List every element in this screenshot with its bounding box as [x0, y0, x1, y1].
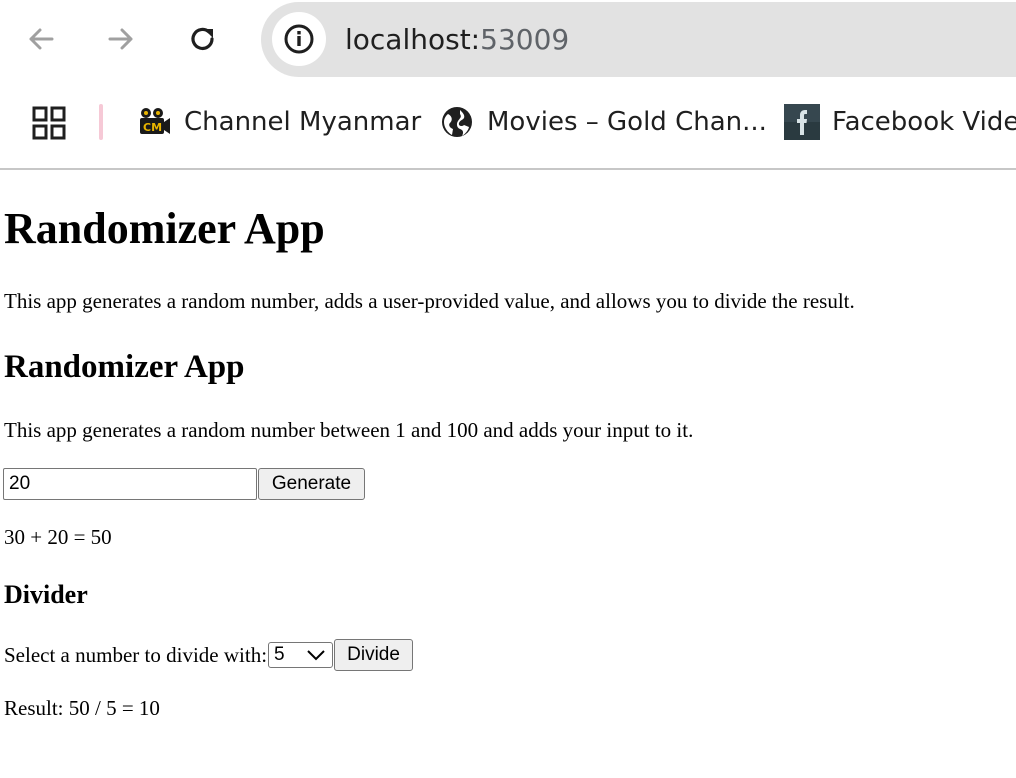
apps-grid-icon[interactable] [32, 106, 66, 145]
channel-myanmar-icon: CM [136, 104, 172, 140]
bookmarks-bar: CM Channel Myanmar Movies – Gold Chan...… [0, 80, 1016, 170]
address-bar[interactable]: localhost:53009 [261, 2, 1016, 77]
arrow-right-icon [108, 28, 133, 50]
bookmark-label: Facebook Video [832, 107, 1016, 137]
globe-icon [439, 104, 475, 140]
browser-toolbar: localhost:53009 [0, 0, 1016, 80]
bookmark-label: Channel Myanmar [184, 107, 422, 137]
page-content: Randomizer App This app generates a rand… [0, 170, 1016, 778]
divider-row: Select a number to divide with: 5 Divide [4, 639, 414, 671]
reload-button[interactable] [178, 14, 228, 64]
bookmark-separator [99, 104, 103, 140]
divisor-selected-value: 5 [274, 644, 285, 665]
url-host: localhost: [345, 23, 481, 56]
bookmark-movies-gold-channel[interactable]: Movies – Gold Chan... [439, 100, 767, 144]
number-input[interactable] [3, 468, 257, 500]
divisor-select[interactable]: 5 [268, 642, 334, 668]
url-port: 53009 [480, 23, 570, 56]
back-button[interactable] [16, 14, 66, 64]
info-icon [284, 24, 314, 54]
randomizer-heading: Randomizer App [4, 349, 245, 385]
site-info-button[interactable] [272, 12, 326, 66]
randomizer-description: This app generates a random number betwe… [4, 418, 694, 442]
intro-text: This app generates a random number, adds… [4, 289, 855, 313]
forward-button[interactable] [96, 14, 146, 64]
divider-heading: Divider [4, 580, 88, 609]
generate-button[interactable]: Generate [258, 468, 365, 500]
bookmark-channel-myanmar[interactable]: CM Channel Myanmar [136, 100, 421, 144]
bookmark-facebook-video[interactable]: Facebook Video [784, 100, 1016, 144]
svg-text:CM: CM [143, 121, 162, 134]
page-title: Randomizer App [4, 204, 325, 253]
divide-button[interactable]: Divide [334, 639, 414, 671]
sum-result: 30 + 20 = 50 [4, 525, 112, 549]
chevron-down-icon [307, 650, 325, 661]
facebook-icon [784, 104, 820, 140]
reload-icon [191, 27, 214, 51]
url-text[interactable]: localhost:53009 [345, 21, 569, 59]
division-result: Result: 50 / 5 = 10 [4, 696, 160, 720]
arrow-left-icon [29, 28, 54, 50]
bookmark-label: Movies – Gold Chan... [487, 107, 767, 137]
divisor-label: Select a number to divide with: [4, 643, 268, 667]
